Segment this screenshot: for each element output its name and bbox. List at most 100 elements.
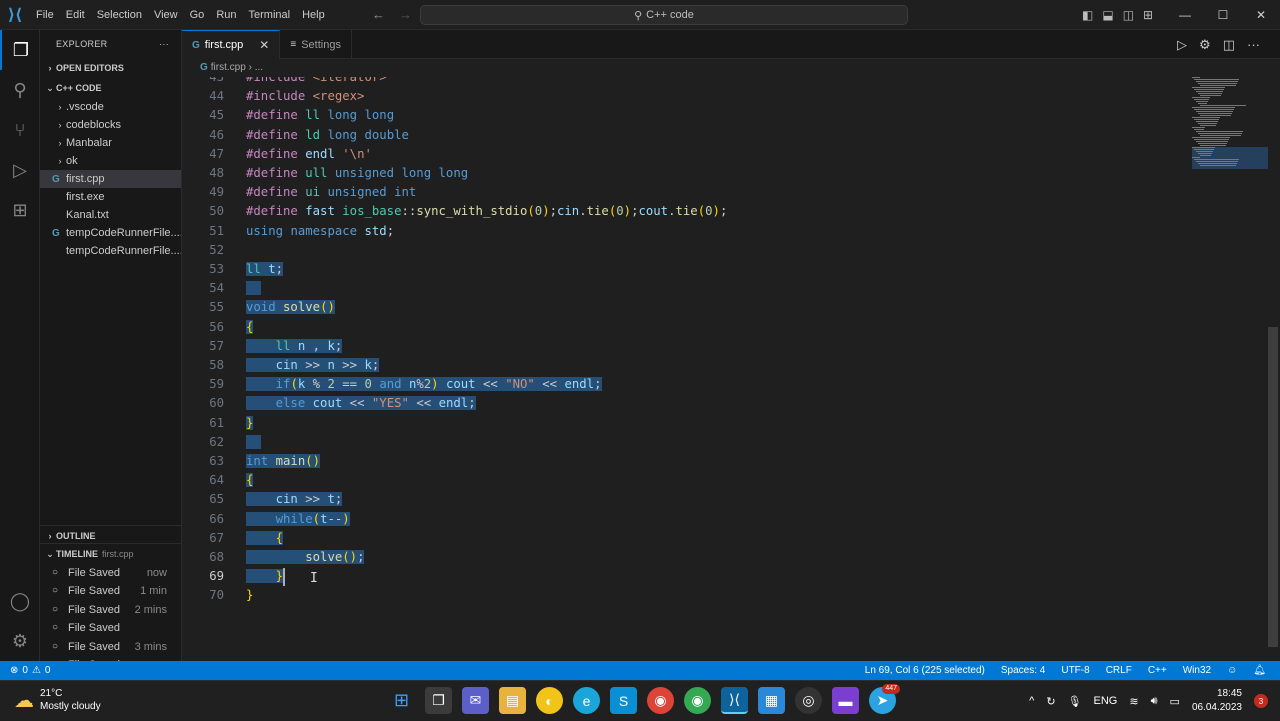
clock[interactable]: 18:45 06.04.2023 (1192, 687, 1242, 715)
code-line[interactable]: 68 solve(); (182, 548, 1182, 567)
show-hidden-icons-icon[interactable]: ^ (1029, 695, 1034, 707)
code-editor[interactable]: 43 #include <iterator> 44 #include <regex> 4… (182, 77, 1280, 661)
code-line[interactable]: 66 while(t--) (182, 510, 1182, 529)
code-line[interactable]: 64 { (182, 471, 1182, 490)
tree-item[interactable]: › ok (40, 152, 181, 170)
wifi-icon[interactable]: ≋ (1129, 695, 1138, 708)
skype-icon[interactable]: S (610, 687, 637, 714)
platform[interactable]: Win32 (1183, 661, 1211, 680)
code-line[interactable]: 59 if(k % 2 == 0 and n%2) cout << "NO" <… (182, 375, 1182, 394)
teams-chat-icon[interactable]: ✉ (462, 687, 489, 714)
end-of-line[interactable]: CRLF (1106, 661, 1132, 680)
search-view-icon[interactable]: ⚲ (0, 70, 40, 110)
chrome-icon[interactable]: ◉ (647, 687, 674, 714)
open-editors-section[interactable]: › OPEN EDITORS (40, 58, 181, 78)
code-line[interactable]: 49 #define ui unsigned int (182, 183, 1182, 202)
source-control-icon[interactable]: ⑂ (0, 110, 40, 150)
notifications-bell-icon[interactable]: 🔔︎ (1253, 661, 1266, 680)
menu-run[interactable]: Run (210, 0, 242, 30)
code-line[interactable]: 53 ll t; (182, 260, 1182, 279)
code-line[interactable]: 58 cin >> n >> k; (182, 356, 1182, 375)
tree-item[interactable]: GtempCodeRunnerFile.... (40, 224, 181, 242)
windows-start-icon[interactable]: ⊞ (388, 687, 415, 714)
maximize-icon[interactable]: ☐ (1204, 0, 1242, 30)
code-line[interactable]: 47 #define endl '\n' (182, 145, 1182, 164)
tree-item[interactable]: › codeblocks (40, 116, 181, 134)
menu-go[interactable]: Go (184, 0, 211, 30)
cursor-position[interactable]: Ln 69, Col 6 (225 selected) (865, 661, 985, 680)
volume-icon[interactable]: 🔊︎ (1151, 695, 1158, 708)
timeline-item[interactable]: ○ File Saved 1 min (40, 582, 181, 600)
code-line[interactable]: 69 } (182, 567, 1182, 586)
code-line[interactable]: 70} (182, 586, 1182, 605)
more-actions-icon[interactable]: ··· (1247, 37, 1260, 52)
language-mode[interactable]: C++ (1148, 661, 1167, 680)
more-actions-icon[interactable]: ··· (159, 30, 169, 58)
video-editor-icon[interactable]: ▬ (832, 687, 859, 714)
obs-icon[interactable]: ◎ (795, 687, 822, 714)
code-line[interactable]: 48 #define ull unsigned long long (182, 164, 1182, 183)
edge-browser-icon[interactable]: e (573, 687, 600, 714)
code-line[interactable]: 60 else cout << "YES" << endl; (182, 394, 1182, 413)
tree-item[interactable]: Gfirst.cpp (40, 170, 181, 188)
menu-edit[interactable]: Edit (60, 0, 91, 30)
error-count[interactable]: 0 (22, 661, 28, 680)
code-line[interactable]: 65 cin >> t; (182, 490, 1182, 509)
minimap[interactable] (1192, 77, 1270, 177)
close-window-icon[interactable]: ✕ (1242, 0, 1280, 30)
code-line[interactable]: 54 (182, 279, 1182, 298)
file-explorer-icon[interactable]: ▤ (499, 687, 526, 714)
minimize-icon[interactable]: — (1166, 0, 1204, 30)
explorer-icon[interactable]: ❐ (0, 30, 40, 70)
settings-gear-icon[interactable]: ⚙ (1199, 37, 1211, 53)
code-line[interactable]: 46 #define ld long double (182, 126, 1182, 145)
tab-first-cpp[interactable]: G first.cpp ✕ (182, 30, 281, 59)
toggle-primary-sidebar-icon[interactable]: ◧ (1082, 0, 1093, 30)
breadcrumb-file[interactable]: first.cpp (211, 62, 246, 73)
editor-scrollbar[interactable] (1268, 327, 1278, 647)
weather-widget[interactable]: ☁ 21°C Mostly cloudy (14, 687, 101, 713)
code-line[interactable]: 45 #define ll long long (182, 106, 1182, 125)
chrome-profile-icon[interactable]: ◉ (684, 687, 711, 714)
menu-help[interactable]: Help (296, 0, 331, 30)
tree-item[interactable]: › .vscode (40, 98, 181, 116)
split-editor-icon[interactable]: ◫ (1223, 37, 1235, 53)
run-code-icon[interactable]: ▷ (1177, 37, 1187, 53)
accounts-icon[interactable]: ◯ (0, 581, 40, 621)
code-line[interactable]: 44 #include <regex> (182, 87, 1182, 106)
forward-arrow-icon[interactable]: → (399, 0, 412, 30)
tree-item[interactable]: tempCodeRunnerFile.... (40, 242, 181, 260)
menu-terminal[interactable]: Terminal (243, 0, 297, 30)
sync-icon[interactable]: ↻ (1046, 695, 1055, 708)
folder-section[interactable]: ⌄ C++ CODE (40, 78, 181, 98)
code-line[interactable]: 55 void solve() (182, 298, 1182, 317)
code-line[interactable]: 62 (182, 433, 1182, 452)
back-arrow-icon[interactable]: ← (372, 0, 385, 30)
code-line[interactable]: 52 (182, 241, 1182, 260)
indentation[interactable]: Spaces: 4 (1001, 661, 1045, 680)
menu-file[interactable]: File (30, 0, 60, 30)
timeline-item[interactable]: ○ File Saved 3 mins (40, 638, 181, 656)
input-language[interactable]: ENG (1094, 695, 1118, 707)
code-line[interactable]: 51 using namespace std; (182, 222, 1182, 241)
code-line[interactable]: 57 ll n , k; (182, 337, 1182, 356)
encoding[interactable]: UTF-8 (1061, 661, 1089, 680)
warning-count[interactable]: 0 (45, 661, 51, 680)
microphone-icon[interactable]: 🎙︎ (1068, 695, 1082, 708)
command-center-search[interactable]: ⚲ C++ code (420, 5, 908, 25)
run-debug-icon[interactable]: ▷ (0, 150, 40, 190)
tab-settings[interactable]: ≡ Settings (280, 30, 352, 59)
customize-layout-icon[interactable]: ⊞ (1143, 0, 1153, 30)
tree-item[interactable]: Kanal.txt (40, 206, 181, 224)
tree-item[interactable]: first.exe (40, 188, 181, 206)
code-line[interactable]: 61} (182, 414, 1182, 433)
toggle-panel-icon[interactable]: ⬓ (1102, 0, 1113, 30)
telegram-icon[interactable]: ➤ 447 (869, 684, 900, 714)
menu-selection[interactable]: Selection (91, 0, 148, 30)
breadcrumb-rest[interactable]: ... (255, 62, 263, 73)
close-tab-icon[interactable]: ✕ (259, 38, 269, 52)
feedback-icon[interactable]: ☺ (1227, 661, 1237, 680)
menu-view[interactable]: View (148, 0, 184, 30)
extensions-icon[interactable]: ⊞ (0, 190, 40, 230)
code-line[interactable]: 43 #include <iterator> (182, 77, 1182, 87)
